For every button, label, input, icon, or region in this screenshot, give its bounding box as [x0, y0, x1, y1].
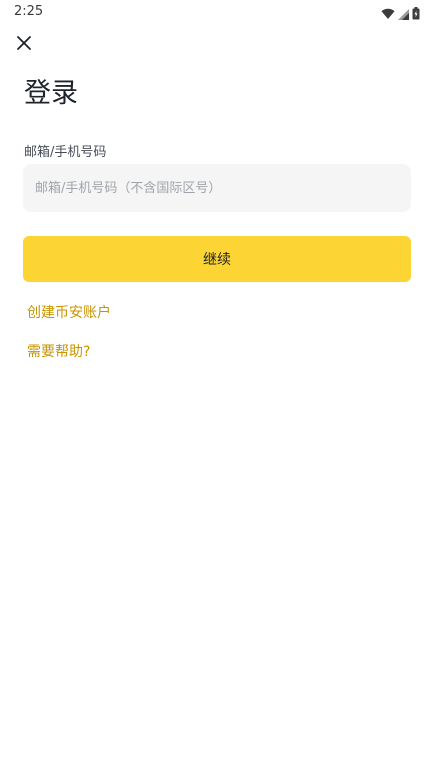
status-bar: 2:25	[0, 0, 434, 24]
need-help-link[interactable]: 需要帮助?	[27, 341, 90, 361]
continue-button[interactable]: 继续	[23, 236, 411, 282]
page-title: 登录	[24, 78, 78, 109]
login-screen: 2:25 登录 邮箱/手机号码 邮箱/手机号码（不含国际区号） 继续 创建币安账…	[0, 0, 434, 773]
screen-corner	[0, 767, 6, 773]
battery-charging-icon	[412, 5, 420, 24]
status-icons	[381, 5, 420, 24]
create-account-link[interactable]: 创建币安账户	[27, 302, 111, 322]
wifi-icon	[381, 5, 395, 24]
cell-signal-icon	[398, 5, 409, 24]
email-phone-label: 邮箱/手机号码	[24, 145, 107, 160]
status-time: 2:25	[14, 4, 44, 19]
email-phone-input[interactable]	[23, 164, 411, 212]
close-button[interactable]	[14, 33, 34, 53]
close-icon	[17, 36, 31, 50]
